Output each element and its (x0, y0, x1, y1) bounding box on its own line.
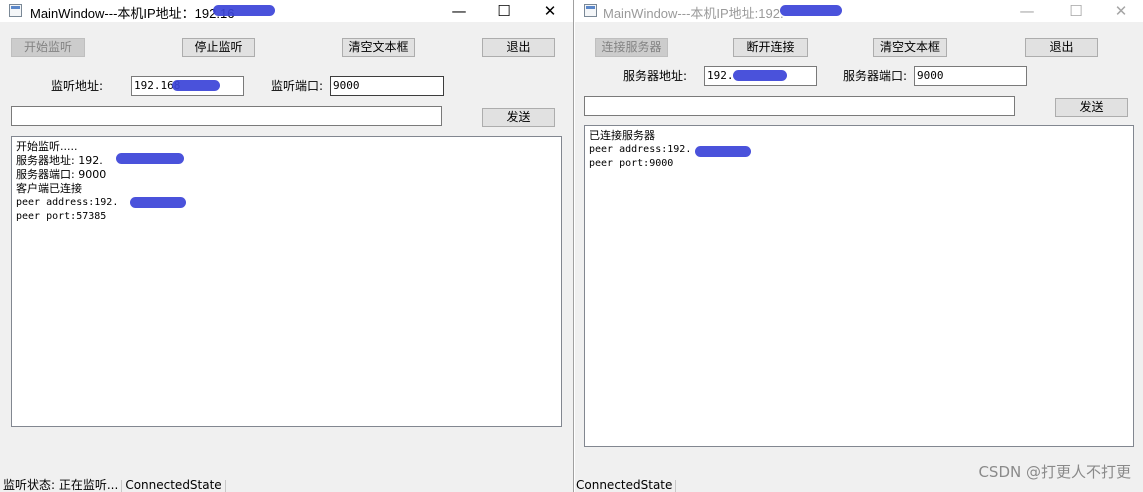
log-line: 开始监听..... (16, 140, 78, 153)
client-log-textarea[interactable]: 已连接服务器 peer address:192. peer port:9000 (584, 125, 1134, 447)
redaction-scribble (733, 70, 787, 81)
connection-state-text: ConnectedState (576, 478, 673, 492)
log-line: 服务器地址: 192. (16, 154, 103, 167)
close-icon[interactable]: ✕ (1099, 0, 1143, 22)
server-titlebar[interactable]: MainWindow---本机IP地址：192.16 — ☐ ✕ (0, 0, 573, 22)
listen-address-label: 监听地址: (51, 79, 104, 93)
client-window-title: MainWindow---本机IP地址:192. (603, 6, 784, 21)
maximize-icon[interactable]: ☐ (482, 0, 526, 22)
start-listen-button[interactable]: 开始监听 (11, 38, 85, 57)
close-icon[interactable]: ✕ (528, 0, 572, 22)
redaction-scribble (780, 5, 842, 16)
status-divider (121, 479, 123, 492)
redaction-scribble (116, 153, 184, 164)
server-window: MainWindow---本机IP地址：192.16 — ☐ ✕ 开始监听 停止… (0, 0, 574, 492)
server-window-title: MainWindow---本机IP地址：192.16 (30, 6, 235, 21)
log-line: peer port:9000 (589, 158, 674, 169)
log-line: peer address:192. (16, 197, 119, 208)
server-status-bar: 监听状态: 正在监听... ConnectedState (0, 478, 573, 492)
connect-server-button[interactable]: 连接服务器 (595, 38, 668, 57)
app-window-icon (584, 4, 597, 17)
clear-text-button[interactable]: 清空文本框 (342, 38, 415, 57)
connection-state-text: ConnectedState (125, 478, 222, 492)
status-divider (224, 479, 226, 492)
log-line: 服务器端口: 9000 (16, 168, 107, 181)
message-input[interactable] (11, 106, 442, 126)
log-line: 已连接服务器 (589, 129, 655, 142)
listen-port-input[interactable]: 9000 (330, 76, 444, 96)
send-button[interactable]: 发送 (1055, 98, 1128, 117)
watermark-text: CSDN @打更人不打更 (978, 463, 1131, 481)
disconnect-button[interactable]: 断开连接 (733, 38, 808, 57)
redaction-scribble (695, 146, 751, 157)
clear-text-button[interactable]: 清空文本框 (873, 38, 947, 57)
client-window: MainWindow---本机IP地址:192. — ☐ ✕ 连接服务器 断开连… (575, 0, 1143, 492)
redaction-scribble (130, 197, 186, 208)
exit-button[interactable]: 退出 (1025, 38, 1098, 57)
message-input[interactable] (584, 96, 1015, 116)
stop-listen-button[interactable]: 停止监听 (182, 38, 255, 57)
maximize-icon[interactable]: ☐ (1054, 0, 1098, 22)
minimize-icon[interactable]: — (1005, 0, 1049, 22)
redaction-scribble (172, 80, 220, 91)
minimize-icon[interactable]: — (437, 0, 481, 22)
client-titlebar[interactable]: MainWindow---本机IP地址:192. — ☐ ✕ (575, 0, 1143, 22)
app-window-icon (9, 4, 22, 17)
log-line: 客户端已连接 (16, 182, 82, 195)
server-log-textarea[interactable]: 开始监听..... 服务器地址: 192. 服务器端口: 9000 客户端已连接… (11, 136, 562, 427)
log-line: peer address:192. (589, 144, 692, 155)
send-button[interactable]: 发送 (482, 108, 555, 127)
listen-status-text: 监听状态: 正在监听... (3, 478, 119, 492)
log-line: peer port:57385 (16, 211, 107, 222)
listen-port-label: 监听端口: (271, 79, 324, 93)
redaction-scribble (213, 5, 275, 16)
exit-button[interactable]: 退出 (482, 38, 555, 57)
status-divider (675, 479, 677, 492)
server-port-label: 服务器端口: (843, 69, 908, 83)
server-port-input[interactable]: 9000 (914, 66, 1027, 86)
server-address-label: 服务器地址: (623, 69, 688, 83)
